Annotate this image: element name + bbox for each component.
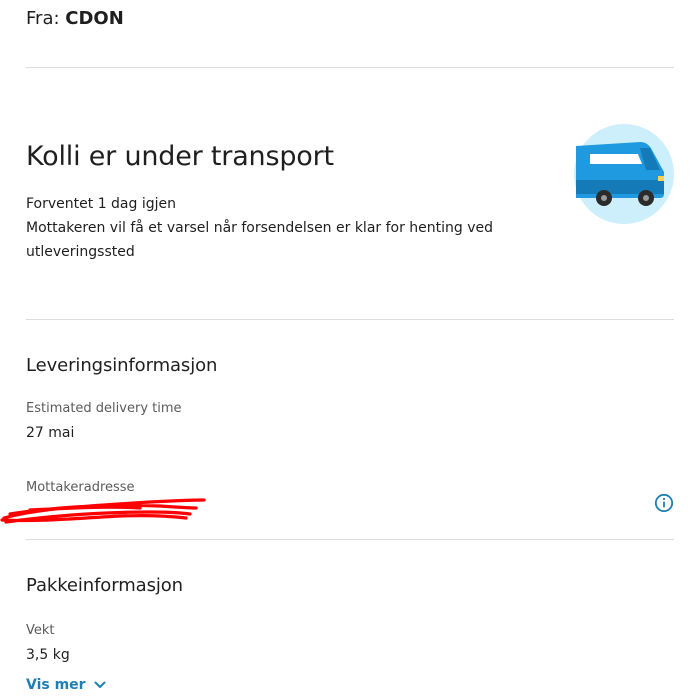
status-title: Kolli er under transport [26,141,334,172]
divider [26,539,674,540]
weight-label: Vekt [26,623,55,638]
delivery-van-icon [574,124,674,224]
tracking-page: Fra: CDON Kolli er under transport Forve… [0,0,692,700]
sender-name: CDON [65,8,124,29]
package-info-title: Pakkeinformasjon [26,575,183,596]
divider [26,319,674,320]
sender-prefix: Fra: [26,8,60,29]
eta-text: Forventet 1 dag igjen [26,196,177,212]
chevron-down-icon [94,681,106,688]
info-circle-icon[interactable] [654,493,674,513]
weight-value: 3,5 kg [26,647,70,663]
divider [26,67,674,68]
delivery-info-title: Leveringsinformasjon [26,355,218,376]
show-more-label: Vis mer [26,677,86,693]
show-more-button[interactable]: Vis mer [26,676,106,694]
address-redaction-scribble [0,498,206,524]
delivery-time-value: 27 mai [26,425,75,441]
sender-line: Fra: CDON [26,8,124,30]
notice-line-2: utleveringssted [26,244,135,260]
delivery-time-label: Estimated delivery time [26,401,182,416]
notice-line-1: Mottakeren vil få et varsel når forsende… [26,220,494,236]
